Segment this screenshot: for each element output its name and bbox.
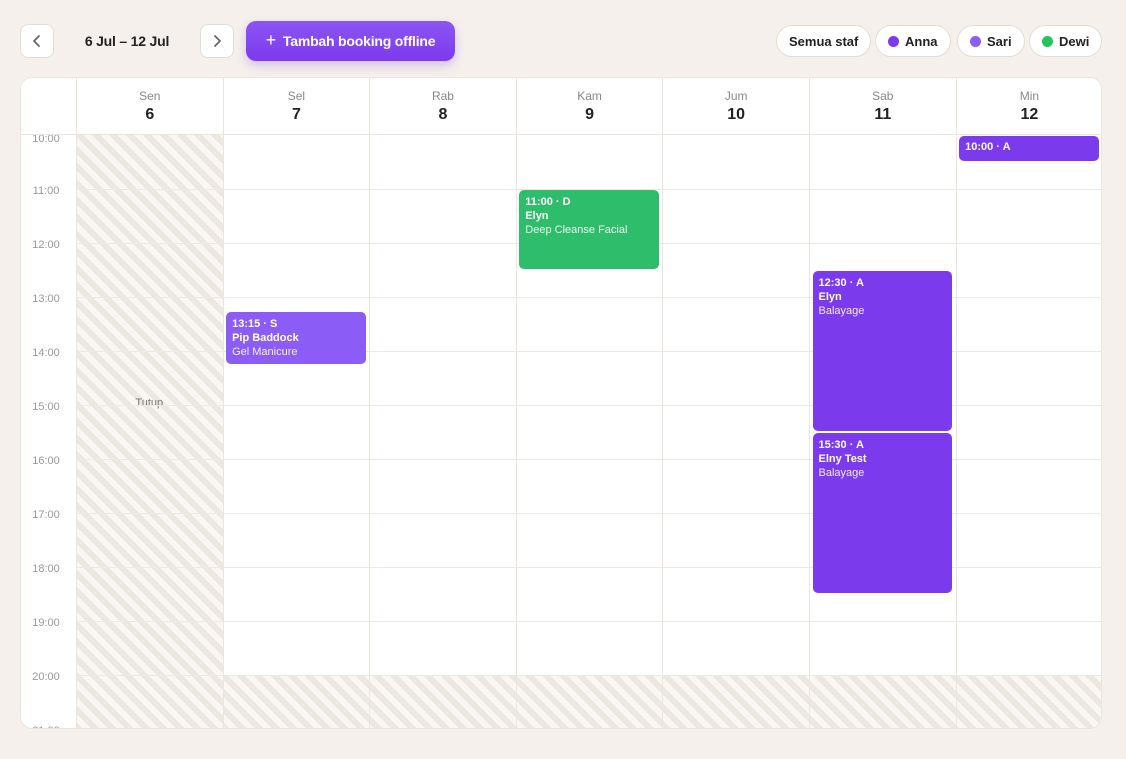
hour-label: 20:00	[32, 671, 60, 683]
week-calendar: Sen 6 Sel 7 Rab 8 Kam 9 Jum 10 Sab 11 Min 12 Tutup 10:…	[20, 77, 1102, 729]
day-name: Rab	[431, 88, 454, 103]
booking-event[interactable]: 15:30 · A Elny Test Balayage	[812, 433, 953, 593]
booking-client: Elyn	[525, 210, 549, 222]
hour-label: 17:00	[32, 509, 60, 521]
day-name: Kam	[577, 88, 602, 103]
day-number: 9	[585, 105, 595, 123]
day-header[interactable]: Min 12	[955, 78, 1101, 135]
day-number: 12	[1020, 105, 1039, 123]
date-range-label: 6 Jul – 12 Jul	[84, 33, 170, 49]
staff-color-dot	[970, 35, 981, 47]
staff-color-dot	[1042, 35, 1053, 47]
next-week-button[interactable]	[200, 24, 234, 58]
day-column-divider	[955, 135, 957, 728]
staff-filter-all[interactable]: Semua staf	[776, 25, 872, 57]
day-name: Sab	[872, 88, 894, 103]
staff-filter-dewi[interactable]: Dewi	[1029, 25, 1103, 57]
day-number: 11	[874, 105, 892, 123]
hour-label: 14:00	[32, 347, 60, 359]
chevron-left-icon	[33, 35, 40, 47]
add-offline-booking-button[interactable]: + Tambah booking offline	[246, 21, 455, 61]
plus-icon: +	[265, 30, 277, 50]
day-column-divider	[662, 135, 664, 728]
booking-time: 11:00 · D	[525, 196, 571, 208]
day-header[interactable]: Sen 6	[76, 78, 223, 135]
hour-label: 13:00	[32, 293, 60, 305]
day-name: Jum	[724, 88, 748, 103]
booking-time: 12:30 · A	[818, 277, 864, 289]
staff-filter-label: Dewi	[1059, 33, 1090, 49]
hour-label: 11:00	[32, 185, 60, 197]
day-number: 7	[291, 105, 301, 123]
calendar-grid[interactable]: Tutup 10:00 11:00 12:00 13:00 14:00 15:00 16:00…	[21, 135, 1101, 728]
day-header[interactable]: Rab 8	[369, 78, 516, 135]
day-header[interactable]: Sel 7	[222, 78, 370, 135]
booking-service: Balayage	[818, 467, 865, 479]
booking-event[interactable]: 13:15 · S Pip Baddock Gel Manicure	[226, 311, 366, 364]
hour-label: 21:00	[21, 725, 71, 728]
staff-filter-sari[interactable]: Sari	[957, 25, 1025, 57]
day-column-divider	[76, 135, 77, 728]
day-column-divider	[369, 135, 371, 728]
booking-event[interactable]: 12:30 · A Elyn Balayage	[812, 271, 953, 431]
booking-time: 15:30 · A	[818, 439, 864, 451]
toolbar: 6 Jul – 12 Jul + Tambah booking offline …	[20, 21, 1103, 61]
hour-label: 18:00	[32, 563, 60, 575]
day-number: 8	[438, 105, 448, 123]
booking-client: Pip Baddock	[232, 331, 299, 344]
previous-week-button[interactable]	[20, 24, 54, 58]
hour-label: 12:00	[32, 239, 60, 251]
booking-service: Gel Manicure	[232, 345, 298, 358]
day-name: Min	[1019, 88, 1040, 103]
hour-label: 15:00	[32, 401, 60, 413]
calendar-header: Sen 6 Sel 7 Rab 8 Kam 9 Jum 10 Sab 11 Min 12	[21, 78, 1101, 135]
booking-event[interactable]: 10:00 · A	[959, 136, 1099, 161]
booking-time: 13:15 · S	[232, 317, 278, 330]
day-header[interactable]: Jum 10	[662, 78, 809, 135]
booking-client: Elny Test	[818, 453, 867, 465]
hour-gridline	[76, 621, 1101, 622]
day-number: 6	[145, 105, 155, 123]
staff-filter-anna[interactable]: Anna	[875, 25, 951, 57]
staff-color-dot	[888, 35, 899, 47]
hour-gridline	[76, 675, 1101, 676]
booking-time: 10:00 · A	[965, 141, 1011, 153]
hour-label: 19:00	[32, 617, 60, 629]
day-header[interactable]: Kam 9	[515, 78, 663, 135]
staff-filter-label: Anna	[905, 33, 938, 49]
hour-label: 16:00	[32, 455, 60, 467]
booking-event[interactable]: 11:00 · D Elyn Deep Cleanse Facial	[519, 190, 659, 269]
day-column-divider	[809, 135, 810, 728]
booking-service: Balayage	[818, 305, 865, 317]
day-column-divider	[222, 135, 224, 728]
day-column-divider	[515, 135, 517, 728]
add-offline-booking-label: Tambah booking offline	[282, 33, 436, 49]
closed-day-hatch	[76, 135, 223, 728]
staff-filter-label: Sari	[987, 33, 1012, 49]
day-name: Sel	[287, 88, 306, 103]
closed-label: Tutup	[135, 397, 164, 409]
day-header[interactable]: Sab 11	[809, 78, 956, 135]
chevron-right-icon	[214, 35, 221, 47]
day-name: Sen	[139, 88, 161, 103]
staff-filter-label: Semua staf	[789, 33, 859, 49]
hour-label: 10:00	[32, 135, 60, 145]
day-number: 10	[727, 105, 746, 123]
booking-service: Deep Cleanse Facial	[525, 224, 628, 236]
booking-client: Elyn	[818, 291, 842, 303]
